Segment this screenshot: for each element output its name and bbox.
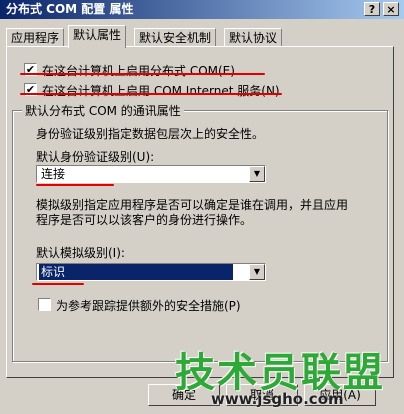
tab-default-security[interactable]: 默认安全机制 [134,28,217,47]
chevron-down-icon[interactable]: ▼ [249,264,265,280]
reference-tracking-label: 为参考跟踪提供额外的安全措施(P) [56,299,241,313]
tab-applications[interactable]: 应用程序 [6,28,65,47]
tab-default-properties[interactable]: 默认属性 [68,25,127,48]
enable-dcom-label: 在这台计算机上启用分布式 COM(E) [42,64,235,78]
auth-description: 身份验证级别指定数据包层次上的安全性。 [36,127,265,141]
impersonation-level-dropdown[interactable]: 标识 ▼ [36,263,266,281]
impersonation-level-label: 默认模拟级别(I): [36,246,125,260]
auth-level-value: 连接 [41,167,66,181]
watermark-logo: 技术员联盟 www.jsgho.com [175,340,404,414]
title-bar: 分布式 COM 配置 属性 ? × [0,0,404,19]
red-underline-annotation [20,93,282,95]
red-underline-annotation [20,73,265,75]
watermark-url: www.jsgho.com [211,390,344,408]
enable-com-internet-label: 在这台计算机上启用 COM Internet 服务(N) [42,84,280,98]
red-underline-annotation [32,283,84,285]
chevron-down-icon[interactable]: ▼ [249,166,265,182]
close-button[interactable]: × [383,2,399,16]
help-button[interactable]: ? [364,2,380,16]
window-title: 分布式 COM 配置 属性 [6,2,134,16]
auth-level-dropdown[interactable]: 连接 ▼ [36,165,266,183]
auth-level-label: 默认身份验证级别(U): [36,150,155,164]
impersonation-description-line2: 程序是否可以以该客户的身份进行操作。 [36,213,253,227]
tab-default-protocols[interactable]: 默认协议 [224,28,283,47]
group-title: 默认分布式 COM 的通讯属性 [22,102,184,119]
reference-tracking-checkbox[interactable] [38,298,51,311]
red-underline-annotation [36,184,114,186]
impersonation-level-value: 标识 [39,264,233,280]
